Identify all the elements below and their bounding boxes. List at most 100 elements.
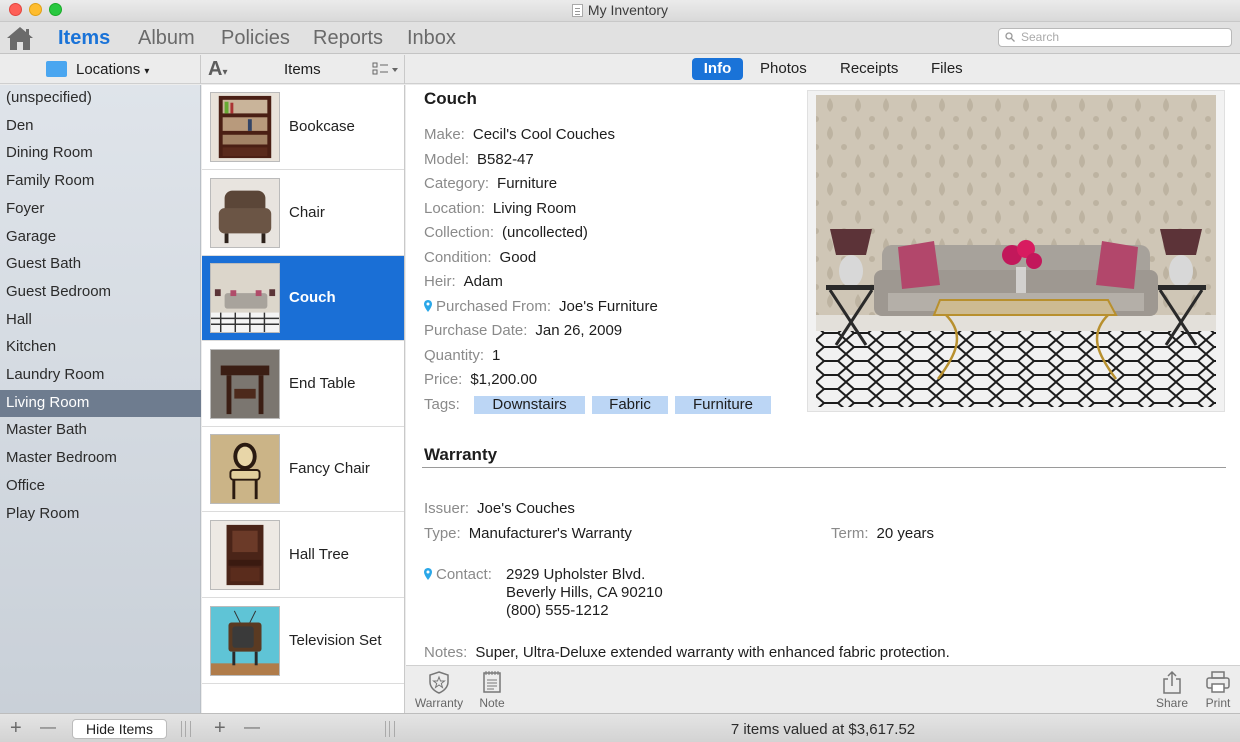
view-options-icon[interactable] xyxy=(372,61,400,77)
window-title-wrap: My Inventory xyxy=(0,2,1240,18)
item-name: Couch xyxy=(289,289,336,307)
item-row-television-set[interactable]: Television Set xyxy=(202,599,404,684)
tab-files[interactable]: Files xyxy=(931,58,963,80)
item-name: Fancy Chair xyxy=(289,460,370,478)
tab-info[interactable]: Info xyxy=(692,58,743,80)
items-header: A▾ Items xyxy=(202,55,405,84)
printer-icon xyxy=(1206,671,1230,693)
warranty-section-title: Warranty xyxy=(424,445,498,464)
tab-receipts[interactable]: Receipts xyxy=(840,58,898,80)
locations-grid-icon xyxy=(46,61,67,77)
contact-map-pin-icon[interactable] xyxy=(424,568,432,580)
location-item-kitchen[interactable]: Kitchen xyxy=(0,334,201,361)
hall-tree-thumbnail xyxy=(210,520,280,590)
item-name: End Table xyxy=(289,374,356,392)
purchase-date-field: Purchase Date: Jan 26, 2009 xyxy=(424,322,623,339)
make-field: Make: Cecil's Cool Couches xyxy=(424,126,615,143)
window-title: My Inventory xyxy=(587,2,669,18)
item-row-end-table[interactable]: End Table xyxy=(202,342,404,427)
main-toolbar: Items Album Policies Reports Inbox Searc… xyxy=(0,22,1240,54)
category-field: Category: Furniture xyxy=(424,175,558,192)
item-row-hall-tree[interactable]: Hall Tree xyxy=(202,513,404,598)
location-item-den[interactable]: Den xyxy=(0,113,201,140)
tag-downstairs[interactable]: Downstairs xyxy=(474,396,585,414)
sort-menu-button[interactable]: A▾ xyxy=(208,58,227,81)
item-row-bookcase[interactable]: Bookcase xyxy=(202,85,404,170)
tab-photos[interactable]: Photos xyxy=(760,58,807,80)
chair-thumbnail xyxy=(210,177,280,248)
location-item-family-room[interactable]: Family Room xyxy=(0,168,201,195)
location-item-foyer[interactable]: Foyer xyxy=(0,196,201,223)
contact-line-city: Beverly Hills, CA 90210 xyxy=(506,584,663,601)
location-item-dining-room[interactable]: Dining Room xyxy=(0,140,201,167)
share-button[interactable]: Share xyxy=(1147,670,1197,710)
remove-item-button[interactable]: — xyxy=(244,717,260,739)
home-icon[interactable] xyxy=(6,25,34,51)
tag-furniture[interactable]: Furniture xyxy=(675,396,771,414)
items-resize-handle[interactable] xyxy=(385,721,395,737)
contact-line-phone: (800) 555-1212 xyxy=(506,602,609,619)
warranty-contact-label: Contact: xyxy=(424,566,500,583)
tag-fabric[interactable]: Fabric xyxy=(592,396,668,414)
warranty-contact-address[interactable]: 2929 Upholster Blvd. Beverly Hills, CA 9… xyxy=(506,566,663,620)
print-button[interactable]: Print xyxy=(1193,670,1240,710)
item-row-couch[interactable]: Couch xyxy=(202,256,404,342)
add-location-button[interactable]: + xyxy=(10,717,22,739)
nav-tab-album[interactable]: Album xyxy=(138,27,195,50)
remove-location-button[interactable]: — xyxy=(40,717,56,739)
nav-tab-reports[interactable]: Reports xyxy=(313,27,383,50)
items-list: Bookcase Chair Couch End Table Fancy Cha… xyxy=(202,85,405,713)
hide-items-button[interactable]: Hide Items xyxy=(72,719,167,739)
condition-field: Condition: Good xyxy=(424,248,537,266)
end-table-thumbnail xyxy=(210,348,280,419)
couch-photo xyxy=(816,95,1216,407)
add-item-button[interactable]: + xyxy=(214,717,226,739)
item-name: Television Set xyxy=(289,631,382,649)
bookcase-thumbnail xyxy=(210,92,280,162)
map-pin-icon[interactable] xyxy=(424,299,432,312)
status-bar: + — Hide Items + — 7 items valued at $3,… xyxy=(0,713,1240,742)
location-item-guest-bedroom[interactable]: Guest Bedroom xyxy=(0,279,201,306)
tags-label: Tags: xyxy=(424,396,460,413)
television-set-thumbnail xyxy=(210,605,280,676)
nav-tab-policies[interactable]: Policies xyxy=(221,27,290,50)
note-button[interactable]: Note xyxy=(467,670,517,710)
location-item-play-room[interactable]: Play Room xyxy=(0,501,201,528)
share-icon xyxy=(1163,670,1181,694)
search-placeholder: Search xyxy=(1021,30,1060,44)
location-item-office[interactable]: Office xyxy=(0,473,201,500)
purchased-from-field: Purchased From: Joe's Furniture xyxy=(424,298,658,315)
item-row-chair[interactable]: Chair xyxy=(202,171,404,256)
collection-field: Collection: (uncollected) xyxy=(424,224,588,241)
contact-line-street: 2929 Upholster Blvd. xyxy=(506,566,646,583)
note-icon xyxy=(483,671,501,693)
warranty-button[interactable]: Warranty xyxy=(414,670,464,710)
item-photo[interactable] xyxy=(807,90,1225,412)
warranty-type-field: Type: Manufacturer's Warranty xyxy=(424,525,632,542)
locations-header[interactable]: Locations ▾ xyxy=(0,55,201,84)
heir-field: Heir: Adam xyxy=(424,273,503,290)
document-icon xyxy=(571,4,583,17)
item-name: Hall Tree xyxy=(289,546,350,563)
search-input[interactable]: Search xyxy=(998,28,1232,47)
sidebar-resize-handle[interactable] xyxy=(181,721,191,737)
location-item-guest-bath[interactable]: Guest Bath xyxy=(0,251,201,278)
item-row-fancy-chair[interactable]: Fancy Chair xyxy=(202,427,404,513)
location-item-garage[interactable]: Garage xyxy=(0,224,201,251)
warranty-notes-field: Notes: Super, Ultra-Deluxe extended warra… xyxy=(424,644,950,661)
nav-tab-inbox[interactable]: Inbox xyxy=(407,27,456,50)
fancy-chair-thumbnail xyxy=(210,434,280,505)
location-item-living-room[interactable]: Living Room xyxy=(0,389,201,417)
column-headers: Locations ▾ A▾ Items Info Photos Receipt… xyxy=(0,55,1240,84)
item-name: Chair xyxy=(289,203,325,221)
search-icon xyxy=(1005,32,1015,42)
items-header-label: Items xyxy=(284,61,321,78)
location-item-unspecified[interactable]: (unspecified) xyxy=(0,85,201,112)
model-field: Model: B582-47 xyxy=(424,150,534,168)
inventory-total-status: 7 items valued at $3,617.52 xyxy=(730,721,916,738)
location-item-master-bedroom[interactable]: Master Bedroom xyxy=(0,445,201,472)
nav-tab-items[interactable]: Items xyxy=(58,27,110,50)
location-item-master-bath[interactable]: Master Bath xyxy=(0,417,201,444)
location-item-laundry-room[interactable]: Laundry Room xyxy=(0,362,201,389)
location-item-hall[interactable]: Hall xyxy=(0,307,201,334)
